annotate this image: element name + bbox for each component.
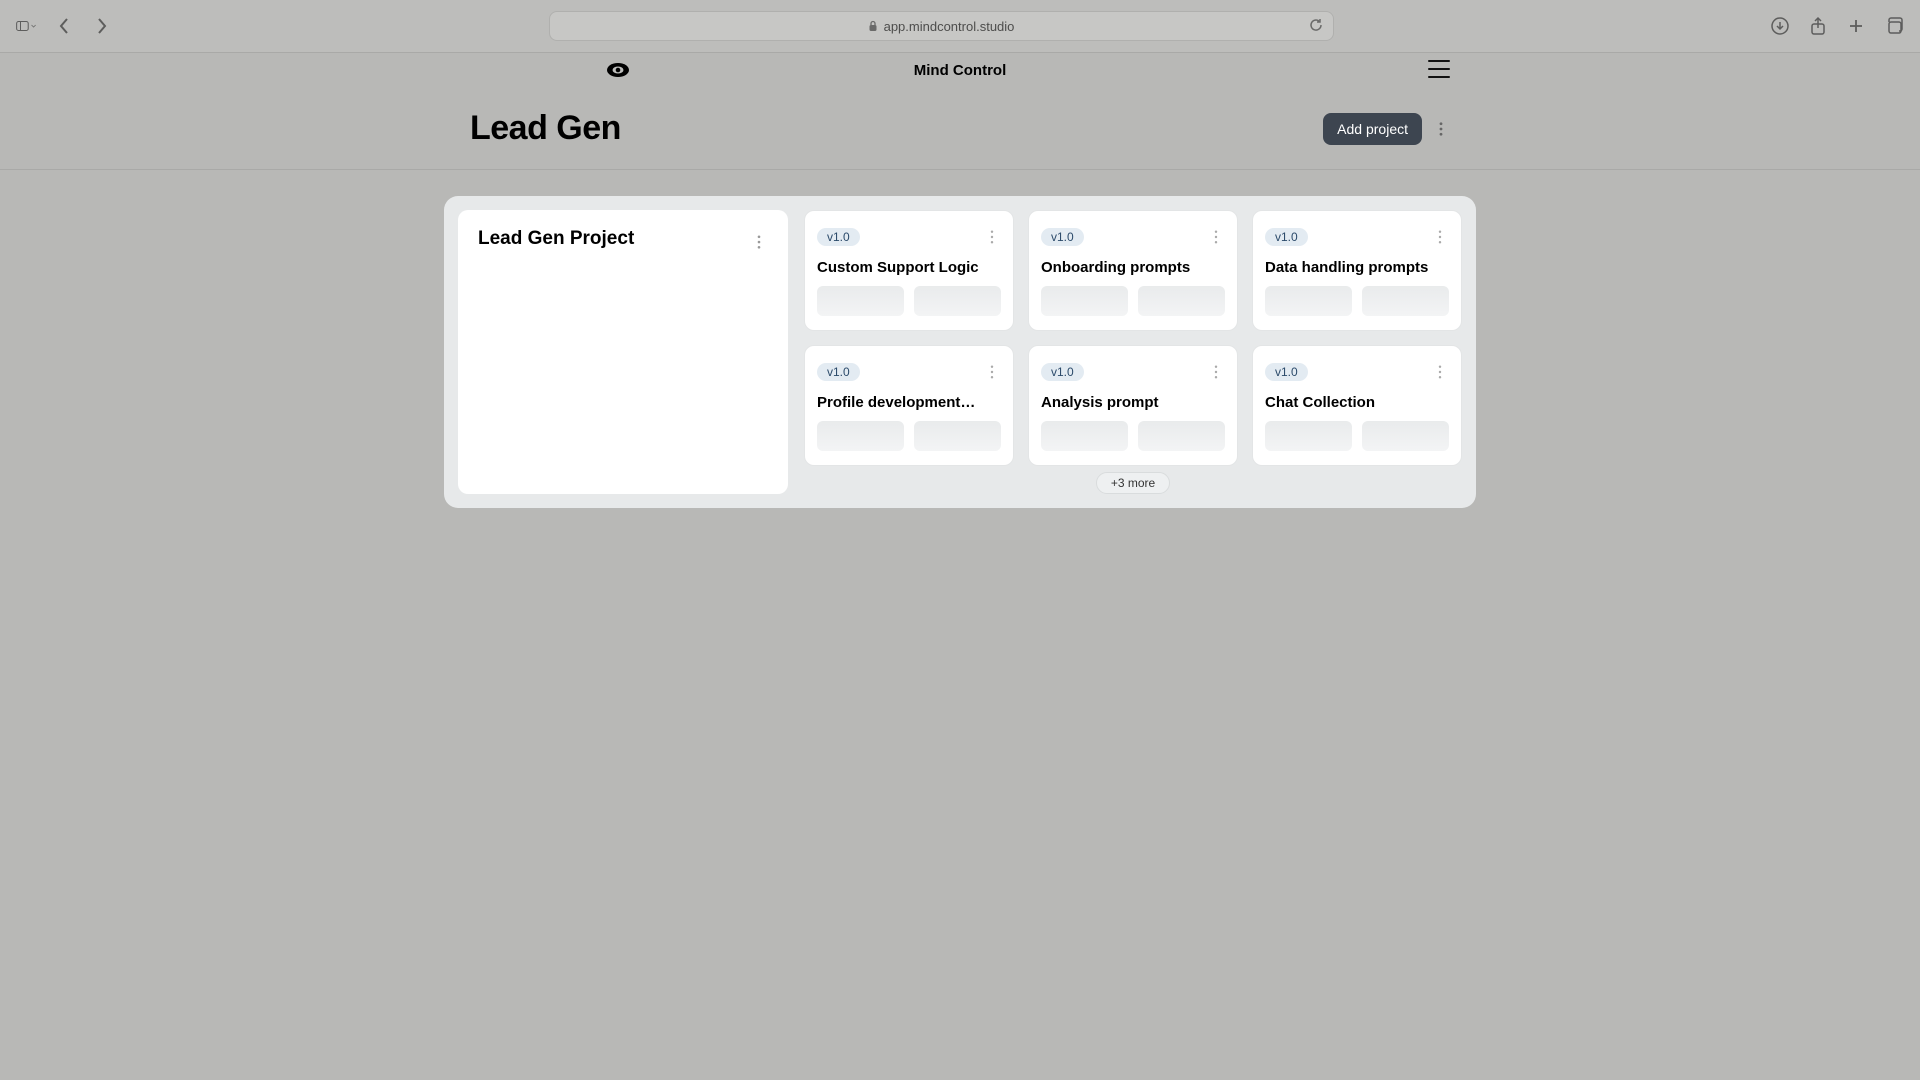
title-actions: Add project bbox=[1323, 113, 1450, 145]
project-more-button[interactable] bbox=[750, 228, 768, 256]
card-more-button[interactable] bbox=[1431, 223, 1449, 251]
tabs-overview-button[interactable] bbox=[1884, 16, 1904, 36]
lock-icon bbox=[868, 20, 878, 32]
card-more-button[interactable] bbox=[1207, 358, 1225, 386]
card-placeholders bbox=[1265, 286, 1449, 316]
brand-name: Mind Control bbox=[914, 62, 1006, 79]
more-cards-button[interactable]: +3 more bbox=[1096, 472, 1170, 494]
card-title: Profile development… bbox=[817, 394, 1001, 411]
menu-button[interactable] bbox=[1428, 60, 1450, 78]
version-badge: v1.0 bbox=[817, 228, 860, 246]
main-area: Lead Gen Project v1.0 Custom Support Log… bbox=[0, 170, 1920, 508]
card-more-button[interactable] bbox=[1431, 358, 1449, 386]
version-badge: v1.0 bbox=[1265, 228, 1308, 246]
reload-button[interactable] bbox=[1309, 18, 1323, 35]
sidebar-toggle-button[interactable] bbox=[16, 16, 36, 36]
app-header: Mind Control bbox=[0, 53, 1920, 88]
card-more-button[interactable] bbox=[983, 223, 1001, 251]
card-more-button[interactable] bbox=[1207, 223, 1225, 251]
prompt-card[interactable]: v1.0 Analysis prompt bbox=[1028, 345, 1238, 466]
prompt-card[interactable]: v1.0 Custom Support Logic bbox=[804, 210, 1014, 331]
card-title: Analysis prompt bbox=[1041, 394, 1225, 411]
card-title: Data handling prompts bbox=[1265, 259, 1449, 276]
version-badge: v1.0 bbox=[1265, 363, 1308, 381]
add-project-button[interactable]: Add project bbox=[1323, 113, 1422, 145]
project-side-card[interactable]: Lead Gen Project bbox=[458, 210, 788, 494]
card-placeholders bbox=[1041, 286, 1225, 316]
prompt-card[interactable]: v1.0 Data handling prompts bbox=[1252, 210, 1462, 331]
card-title: Onboarding prompts bbox=[1041, 259, 1225, 276]
address-url: app.mindcontrol.studio bbox=[884, 19, 1015, 34]
browser-chrome: app.mindcontrol.studio bbox=[0, 0, 1920, 53]
card-title: Chat Collection bbox=[1265, 394, 1449, 411]
more-pill-wrap: +3 more bbox=[1028, 472, 1238, 494]
version-badge: v1.0 bbox=[817, 363, 860, 381]
share-button[interactable] bbox=[1808, 16, 1828, 36]
card-placeholders bbox=[817, 421, 1001, 451]
downloads-button[interactable] bbox=[1770, 16, 1790, 36]
chevron-down-icon bbox=[31, 23, 36, 29]
project-name: Lead Gen Project bbox=[478, 228, 634, 250]
page-title: Lead Gen bbox=[470, 109, 621, 148]
address-bar[interactable]: app.mindcontrol.studio bbox=[549, 11, 1334, 41]
card-placeholders bbox=[1041, 421, 1225, 451]
page-more-button[interactable] bbox=[1432, 115, 1450, 143]
card-more-button[interactable] bbox=[983, 358, 1001, 386]
card-grid: v1.0 Custom Support Logic v1.0 Onboardin… bbox=[788, 210, 1462, 494]
address-bar-wrapper: app.mindcontrol.studio bbox=[126, 11, 1756, 41]
card-title: Custom Support Logic bbox=[817, 259, 1001, 276]
prompt-card[interactable]: v1.0 Onboarding prompts bbox=[1028, 210, 1238, 331]
prompt-card[interactable]: v1.0 Chat Collection bbox=[1252, 345, 1462, 466]
card-placeholders bbox=[1265, 421, 1449, 451]
chrome-right-group bbox=[1770, 16, 1904, 36]
back-button[interactable] bbox=[54, 16, 74, 36]
version-badge: v1.0 bbox=[1041, 363, 1084, 381]
version-badge: v1.0 bbox=[1041, 228, 1084, 246]
logo-eye-icon[interactable] bbox=[605, 57, 631, 83]
new-tab-button[interactable] bbox=[1846, 16, 1866, 36]
chrome-left-group bbox=[16, 16, 112, 36]
prompt-card[interactable]: v1.0 Profile development… bbox=[804, 345, 1014, 466]
forward-button[interactable] bbox=[92, 16, 112, 36]
title-bar: Lead Gen Add project bbox=[0, 88, 1920, 170]
project-panel: Lead Gen Project v1.0 Custom Support Log… bbox=[444, 196, 1476, 508]
card-placeholders bbox=[817, 286, 1001, 316]
